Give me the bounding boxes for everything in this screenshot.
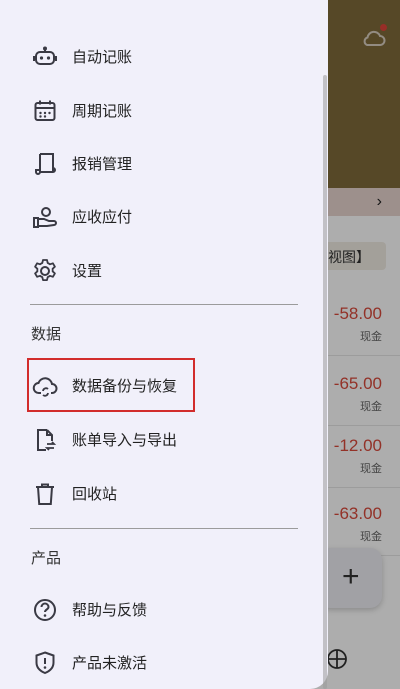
help-icon — [34, 599, 56, 621]
menu-item-label: 周期记账 — [72, 103, 133, 120]
menu-item-label: 应收应付 — [72, 209, 133, 226]
navigation-drawer: 自动记账 周期记账 报销管理 应收应付 设置 数据 数据备份与恢复 账单导入与导… — [0, 0, 328, 689]
calendar-icon — [34, 100, 56, 121]
menu-item-settings[interactable]: 设置 — [0, 243, 328, 297]
menu-item-product-not-activated[interactable]: 产品未激活 — [0, 635, 328, 689]
trash-icon — [36, 483, 54, 505]
menu-item-recycle-bin[interactable]: 回收站 — [0, 466, 328, 520]
menu-item-label: 自动记账 — [72, 49, 133, 66]
shield-icon — [35, 651, 55, 675]
hand-pay-icon — [33, 207, 57, 228]
menu-item-label: 账单导入与导出 — [72, 432, 178, 449]
menu-item-reimbursement[interactable]: 报销管理 — [0, 136, 328, 190]
section-title-product: 产品 — [31, 550, 62, 567]
divider — [30, 528, 298, 529]
robot-icon — [33, 46, 57, 65]
menu-item-label: 帮助与反馈 — [72, 602, 148, 619]
gear-icon — [34, 259, 56, 281]
divider — [30, 304, 298, 305]
menu-item-receivables-payables[interactable]: 应收应付 — [0, 189, 328, 243]
menu-item-recurring-bookkeeping[interactable]: 周期记账 — [0, 83, 328, 137]
file-transfer-icon — [37, 429, 57, 451]
highlight-box — [27, 358, 195, 412]
menu-item-auto-bookkeeping[interactable]: 自动记账 — [0, 29, 328, 83]
menu-item-label: 报销管理 — [72, 156, 133, 173]
menu-item-import-export[interactable]: 账单导入与导出 — [0, 412, 328, 466]
menu-item-label: 回收站 — [72, 486, 118, 503]
receipt-icon — [35, 153, 56, 175]
menu-item-help-feedback[interactable]: 帮助与反馈 — [0, 582, 328, 636]
menu-item-label: 设置 — [72, 263, 103, 280]
section-title-data: 数据 — [31, 326, 62, 343]
menu-item-label: 产品未激活 — [72, 655, 148, 672]
